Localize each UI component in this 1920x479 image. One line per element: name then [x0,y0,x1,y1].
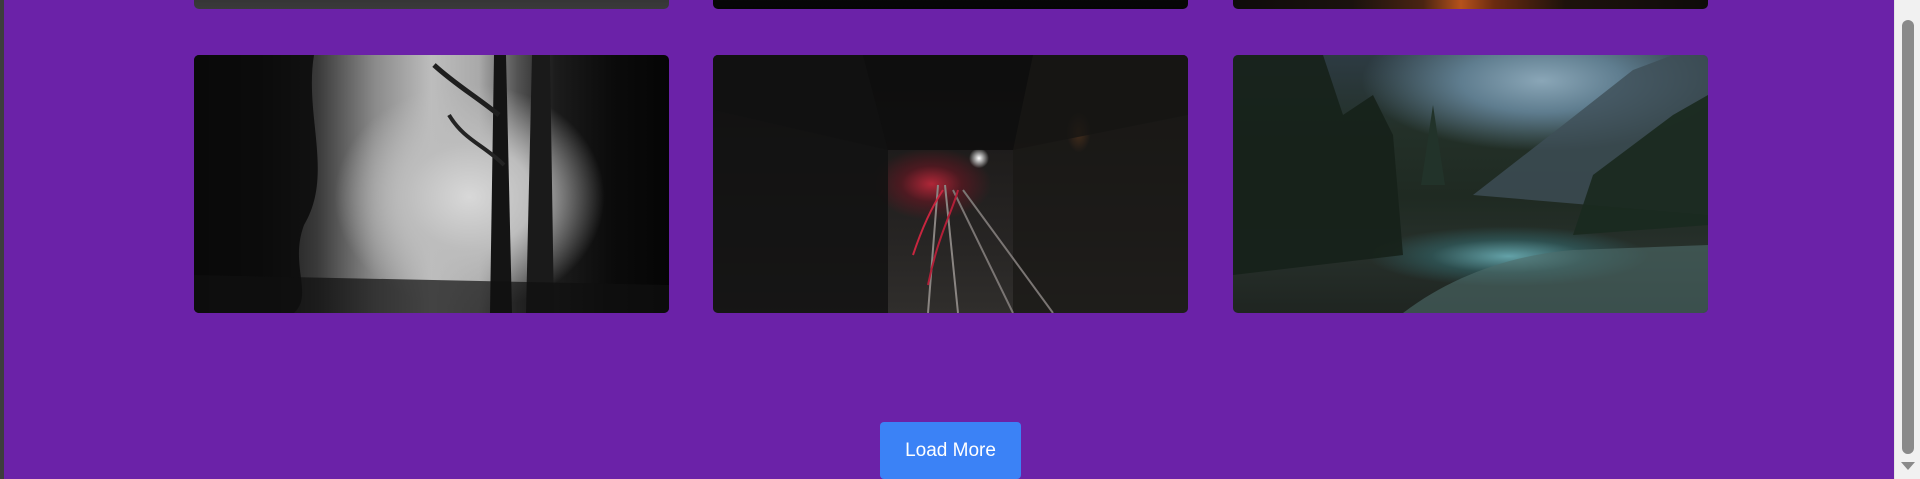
scroll-down-arrow-icon[interactable] [1901,462,1915,470]
page: Load More [0,0,1920,479]
load-more-button[interactable]: Load More [880,422,1021,479]
gallery-image-black[interactable] [713,0,1188,9]
scrollbar-thumb[interactable] [1902,20,1914,454]
gallery-image-dark[interactable] [194,0,669,9]
train-tunnel-image [713,55,1188,313]
mountain-river-image [1233,55,1708,313]
gallery-image-train-tunnel[interactable] [713,55,1188,313]
vertical-scrollbar[interactable] [1894,0,1920,479]
foggy-forest-image [194,55,669,313]
gallery-image-fire[interactable] [1233,0,1708,9]
image-gallery [0,0,1894,479]
gallery-image-foggy-forest[interactable] [194,55,669,313]
gallery-image-mountain-river[interactable] [1233,55,1708,313]
